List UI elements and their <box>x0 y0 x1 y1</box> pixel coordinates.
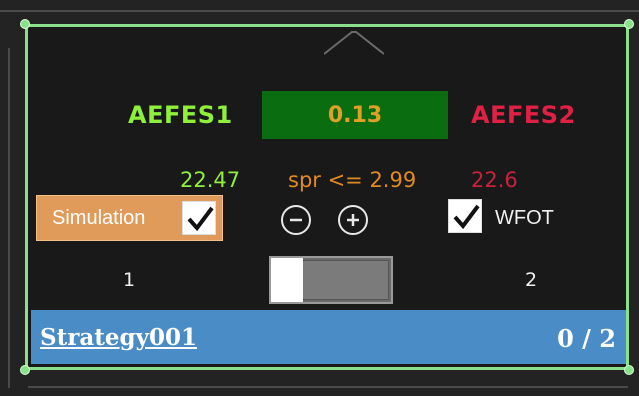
resize-handle-top-right[interactable] <box>624 19 634 29</box>
leg-right-number: 2 <box>525 269 538 291</box>
resize-handle-bottom-left[interactable] <box>20 365 30 375</box>
simulation-label: Simulation <box>52 206 146 229</box>
checkmark-icon <box>187 206 214 232</box>
price-left: 22.47 <box>180 168 241 192</box>
simulation-checkbox[interactable] <box>182 201 216 235</box>
checkmark-icon <box>453 204 480 230</box>
ratio-value-box: 0.13 <box>262 91 448 139</box>
plus-circle-icon <box>347 214 359 226</box>
symbol-left-label: AEFES1 <box>128 101 233 129</box>
card-notch <box>324 24 384 56</box>
resize-handle-bottom-right[interactable] <box>624 365 634 375</box>
background-divider-top <box>0 10 639 12</box>
spread-condition: spr <= 2.99 <box>288 168 417 192</box>
wfot-checkbox[interactable] <box>448 199 482 233</box>
minus-circle-icon <box>290 218 302 222</box>
price-right: 22.6 <box>471 168 518 192</box>
strategy-name-link[interactable]: Strategy001 <box>40 324 197 351</box>
increase-button[interactable] <box>338 205 368 235</box>
simulation-toggle[interactable]: Simulation <box>36 195 223 241</box>
position-count: 0 / 2 <box>557 324 616 353</box>
wfot-label: WFOT <box>495 207 554 229</box>
decrease-button[interactable] <box>281 205 311 235</box>
resize-handle-top-left[interactable] <box>20 19 30 29</box>
strategy-card[interactable]: AEFES1 0.13 AEFES2 22.47 spr <= 2.99 22.… <box>25 24 629 370</box>
symbol-right-label: AEFES2 <box>471 101 576 129</box>
background-divider-bottom <box>28 386 628 388</box>
slider-thumb[interactable] <box>271 258 303 302</box>
leg-left-number: 1 <box>123 269 136 291</box>
background-divider-left <box>8 48 10 388</box>
ratio-value: 0.13 <box>327 102 383 128</box>
leg-toggle-slider[interactable] <box>269 256 393 304</box>
slider-track-fill <box>301 260 389 300</box>
strategy-footer: Strategy001 0 / 2 <box>31 310 626 364</box>
